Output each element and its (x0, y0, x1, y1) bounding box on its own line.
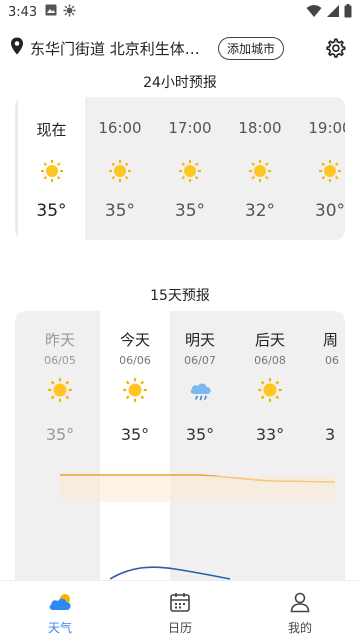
hourly-forecast-card[interactable]: 现在 35° 16:00 35° 17:00 35° 18:00 32° 19:… (15, 97, 345, 240)
settings-gear-icon[interactable] (324, 37, 346, 63)
hourly-item[interactable]: 19:00 30° (295, 97, 345, 240)
daily-title: 15天预报 (150, 288, 210, 304)
sun-icon (249, 160, 271, 182)
image-icon (45, 4, 57, 20)
header: 东华门街道 北京利生体育商厦 添加城市 (0, 34, 360, 62)
hour-label: 16:00 (98, 119, 142, 137)
nav-item-profile[interactable]: 我的 (240, 581, 360, 640)
nav-item-weather[interactable]: 天气 (0, 581, 120, 640)
hour-temp: 35° (174, 201, 206, 221)
location-pin-icon[interactable] (10, 37, 24, 59)
hour-label: 现在 (36, 121, 67, 139)
hourly-item[interactable]: 现在 35° (15, 97, 85, 240)
sun-icon (109, 160, 131, 182)
high-temp-shade (60, 476, 335, 502)
nav-label: 天气 (47, 621, 72, 635)
wifi-icon (306, 4, 322, 22)
status-bar: 3:43 (0, 0, 360, 24)
sun-icon (40, 160, 63, 182)
location-text[interactable]: 东华门街道 北京利生体育商厦 (30, 38, 208, 59)
hourly-item[interactable]: 17:00 35° (155, 97, 225, 240)
hour-label: 17:00 (168, 119, 212, 137)
signal-icon (326, 4, 340, 22)
hour-temp: 30° (314, 201, 345, 221)
bottom-nav: 天气 日历 我的 (0, 580, 360, 640)
status-right (306, 4, 352, 22)
calendar-icon (170, 593, 190, 612)
hourly-item[interactable]: 16:00 35° (85, 97, 155, 240)
hour-label: 19:00 (308, 119, 345, 137)
sun-icon (179, 160, 201, 182)
nav-label: 日历 (167, 621, 192, 635)
hourly-item[interactable]: 18:00 32° (225, 97, 295, 240)
status-time: 3:43 (8, 4, 38, 20)
hourly-title: 24小时预报 (143, 75, 217, 91)
add-city-button[interactable]: 添加城市 (218, 36, 285, 60)
settings-notification-icon (63, 3, 76, 21)
temperature-curves (60, 474, 336, 580)
sun-icon (319, 160, 341, 182)
person-icon (290, 592, 310, 613)
hour-temp: 35° (104, 201, 136, 221)
nav-label: 我的 (287, 621, 312, 635)
low-temp-line (109, 566, 231, 580)
daily-forecast-card[interactable]: 昨天 06/05 35° 今天 06/06 35° 明天 06/07 35° 后… (15, 311, 345, 601)
hour-temp: 35° (36, 201, 67, 221)
nav-item-calendar[interactable]: 日历 (120, 581, 240, 640)
cloud-sun-icon (49, 594, 71, 610)
hour-temp: 32° (244, 201, 276, 221)
battery-icon (344, 4, 352, 22)
hour-label: 18:00 (238, 119, 282, 137)
